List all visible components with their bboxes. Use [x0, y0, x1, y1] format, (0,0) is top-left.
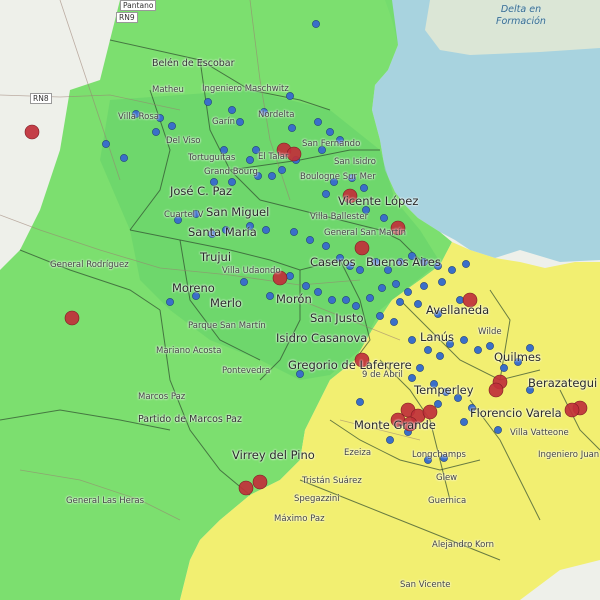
red-marker[interactable] [238, 480, 254, 496]
place-label-cuartel-v: Cuartel V [164, 210, 204, 220]
red-marker[interactable] [488, 382, 504, 398]
place-label-general-rodriguez: General Rodríguez [50, 260, 129, 270]
place-label-jose-c-paz: José C. Paz [170, 184, 232, 198]
place-label-quilmes: Quilmes [494, 350, 541, 364]
place-label-villa-ballester: Villa Ballester [310, 212, 369, 222]
map-viewport[interactable]: Belén de Escobar Matheu Ingeniero Maschwit… [0, 0, 600, 600]
place-label-tristan-suarez: Tristán Suárez [302, 476, 362, 486]
red-marker[interactable] [422, 404, 438, 420]
place-label-nordelta: Nordelta [258, 110, 295, 120]
place-label-ezeiza: Ezeiza [344, 448, 372, 458]
place-label-general-san-martin: General San Martín [324, 228, 407, 238]
place-label-merlo: Merlo [210, 296, 242, 310]
place-label-caseros: Caseros [310, 255, 356, 269]
place-label-villa-rosa: Villa Rosa [118, 112, 159, 122]
place-label-wilde: Wilde [478, 327, 502, 337]
place-label-matheu: Matheu [152, 85, 184, 95]
place-label-san-fernando: San Fernando [302, 139, 361, 149]
place-label-moreno: Moreno [172, 281, 215, 295]
place-label-monte-grande: Monte Grande [354, 418, 436, 432]
place-label-maximo-paz: Máximo Paz [274, 514, 325, 524]
place-label-san-miguel: San Miguel [206, 205, 270, 219]
place-label-longchamps: Longchamps [412, 450, 466, 460]
place-label-trujui: Trujui [200, 250, 232, 264]
road-label-rn8: RN8 [30, 93, 52, 104]
place-label-santa-maria: Santa María [188, 225, 257, 239]
red-marker[interactable] [354, 240, 370, 256]
place-label-alejandro-korn: Alejandro Korn [432, 540, 495, 550]
place-label-temperley: Temperley [414, 383, 474, 397]
place-label-garin: Garín [212, 117, 236, 127]
place-label-parque-san-martin: Parque San Martín [188, 321, 266, 331]
place-label-marcos-paz: Marcos Paz [138, 392, 186, 402]
place-label-moron: Morón [276, 292, 312, 306]
place-label-glew: Glew [436, 473, 458, 483]
place-label-berazategui: Berazategui [528, 376, 598, 390]
red-marker[interactable] [252, 474, 268, 490]
place-label-ingeniero-maschwitz: Ingeniero Maschwitz [202, 84, 289, 94]
water-label-delta: Delta en Formación [496, 4, 546, 27]
road-label-pantano: Pantano [120, 0, 157, 11]
place-label-mariano-acosta: Mariano Acosta [156, 346, 222, 356]
place-label-ingeniero-juan-allan: Ingeniero Juan Allan [538, 450, 600, 460]
place-label-spegazzini: Spegazzini [294, 494, 340, 504]
place-label-san-justo: San Justo [310, 311, 364, 325]
road-label-rn9: RN9 [116, 12, 138, 23]
place-label-del-viso: Del Viso [166, 136, 201, 146]
place-label-general-las-heras: General Las Heras [66, 496, 145, 506]
place-label-avellaneda: Avellaneda [426, 303, 490, 317]
place-label-virrey-del-pino: Virrey del Pino [232, 448, 315, 462]
place-label-9-de-abril: 9 de Abril [362, 370, 403, 380]
place-label-tortuguitas: Tortuguitas [188, 153, 236, 163]
place-label-pontevedra: Pontevedra [222, 366, 271, 376]
place-label-san-isidro: San Isidro [334, 157, 376, 167]
red-marker[interactable] [286, 146, 302, 162]
red-marker[interactable] [564, 402, 580, 418]
place-label-lanus: Lanús [420, 330, 455, 344]
place-label-grand-bourg: Grand Bourg [204, 167, 258, 177]
place-label-san-vicente: San Vicente [400, 580, 451, 590]
place-label-florencio-varela: Florencio Varela [470, 406, 562, 420]
red-marker[interactable] [64, 310, 80, 326]
place-label-villa-vatteone: Villa Vatteone [510, 428, 569, 438]
place-label-guernica: Guernica [428, 496, 467, 506]
red-marker[interactable] [24, 124, 40, 140]
place-label-el-talar: El Talar [258, 152, 289, 162]
place-label-belen-de-escobar: Belén de Escobar [152, 58, 235, 69]
place-label-vicente-lopez: Vicente López [338, 194, 419, 208]
place-label-isidro-casanova: Isidro Casanova [276, 331, 368, 345]
place-label-partido-de-marcos-paz: Partido de Marcos Paz [138, 414, 242, 425]
place-label-buenos-aires: Buenos Aires [366, 255, 441, 269]
place-label-boulogne-sur-mer: Boulogne Sur Mer [300, 172, 376, 182]
place-label-villa-udaondo: Villa Udaondo [222, 266, 281, 276]
